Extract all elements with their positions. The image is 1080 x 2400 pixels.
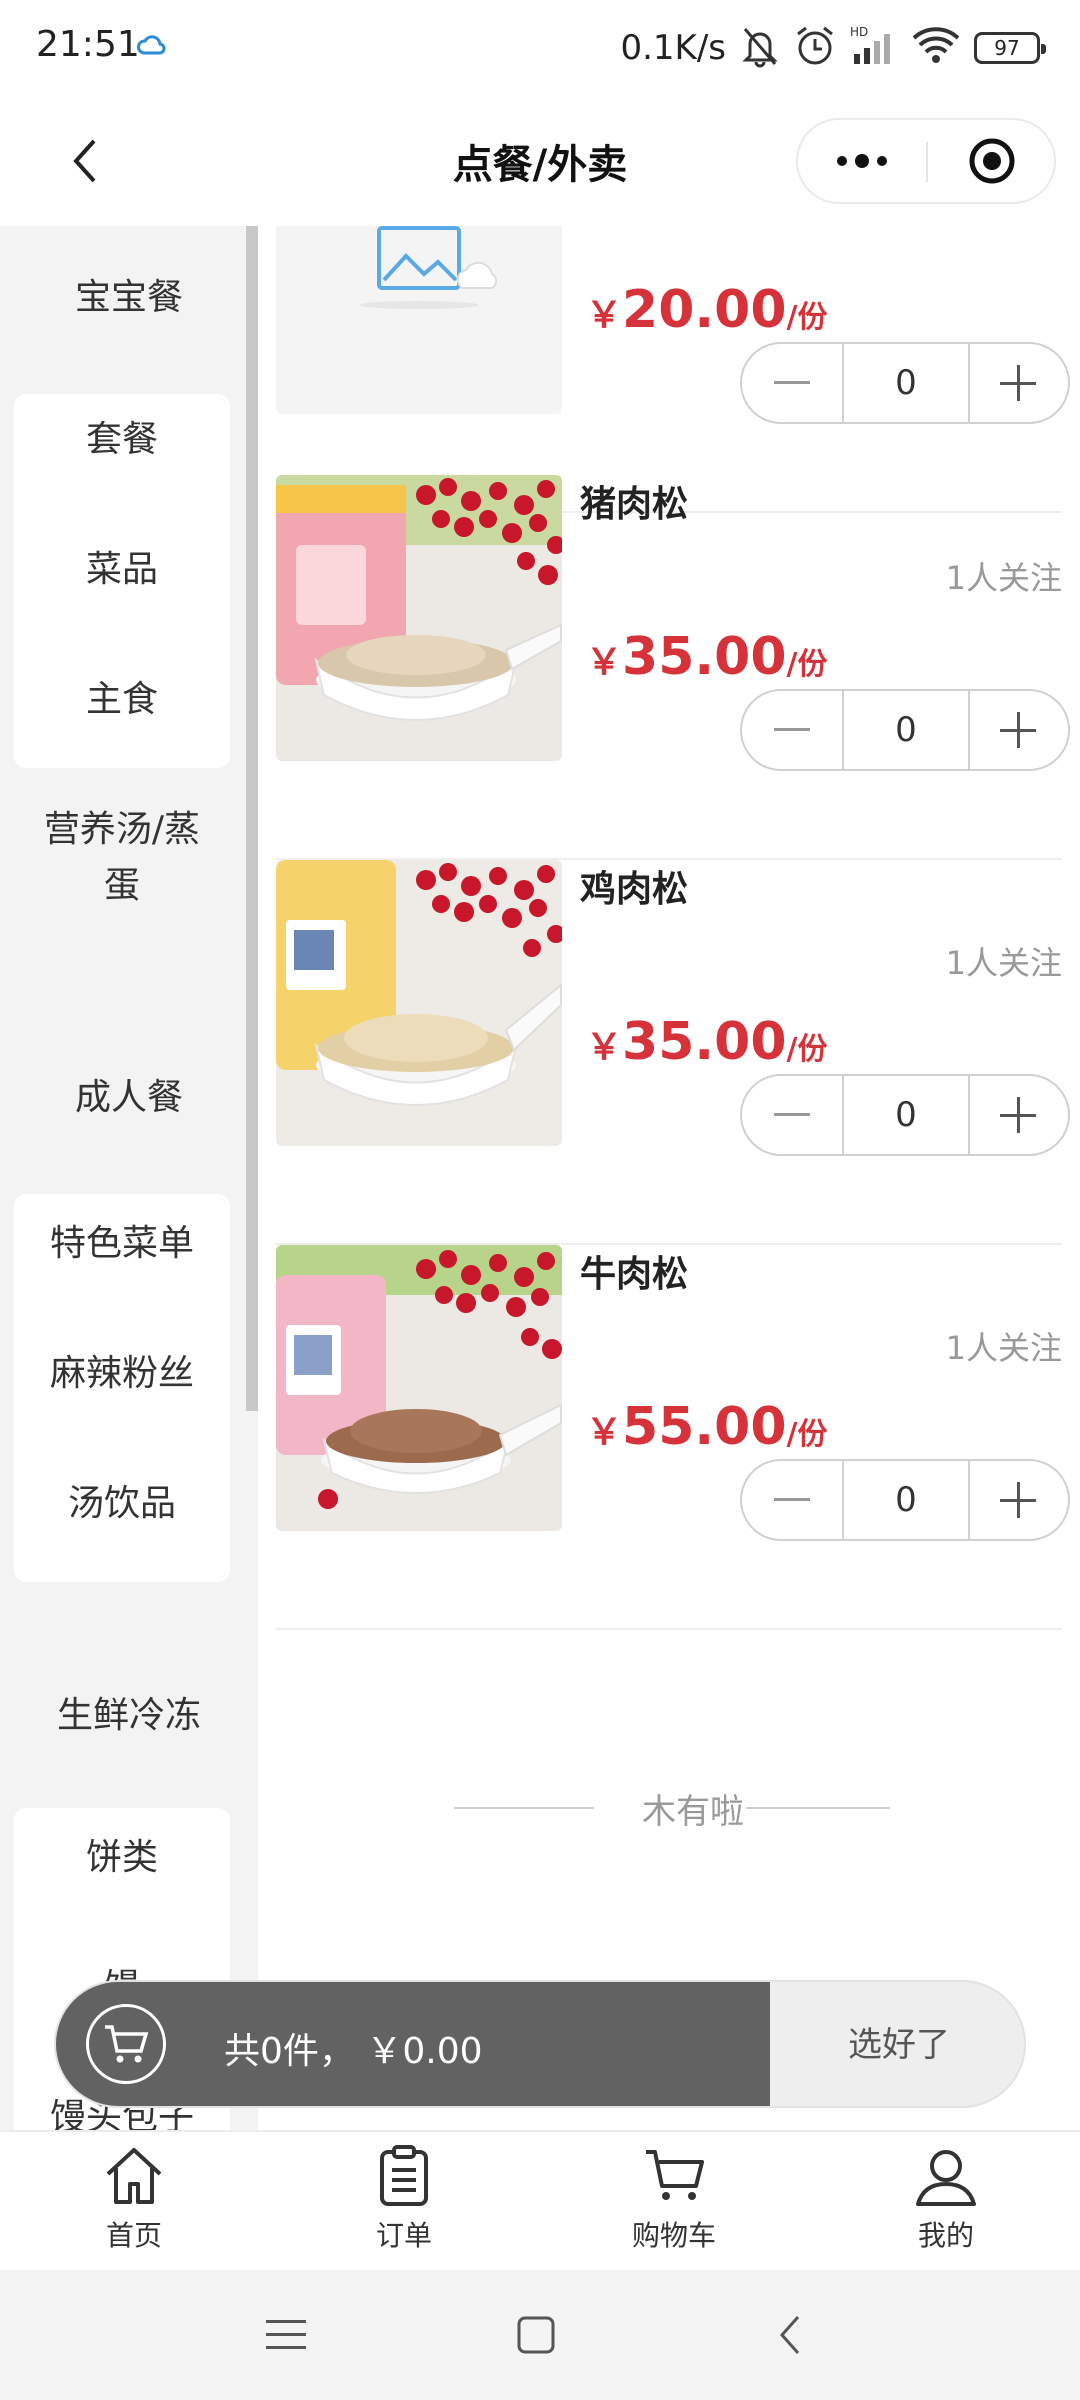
plus-icon[interactable]	[968, 1076, 1068, 1154]
category-group-adult[interactable]: 成人餐	[0, 1068, 258, 1120]
tab-label: 我的	[917, 2219, 974, 2252]
clipboard-icon	[304, 2144, 504, 2208]
quantity-stepper: 0	[740, 342, 1070, 424]
product-item[interactable]: 鸡肉松 1人关注 ￥35.00/份 0	[276, 860, 1070, 1245]
product-name: 牛肉松	[580, 1254, 689, 1295]
status-time: 21:51	[36, 24, 140, 65]
menu-icon[interactable]	[256, 2305, 316, 2365]
cart-icon	[574, 2144, 774, 2208]
mute-bell-icon	[740, 24, 780, 72]
category-card-baby: 套餐 菜品 主食 营养汤/蒸蛋	[14, 394, 230, 906]
minus-icon[interactable]	[742, 1461, 842, 1539]
minus-icon[interactable]	[742, 691, 842, 769]
product-price: ￥55.00/份	[586, 1397, 828, 1457]
product-price: ￥20.00/份	[586, 280, 828, 340]
system-nav-bar	[0, 2270, 1080, 2400]
minus-icon[interactable]	[742, 344, 842, 422]
product-follow-count: 1人关注	[945, 559, 1062, 597]
cart-icon[interactable]	[86, 2004, 166, 2084]
tab-label: 订单	[375, 2219, 432, 2252]
quantity-stepper: 0	[740, 1074, 1070, 1156]
minus-icon[interactable]	[742, 1076, 842, 1154]
category-item[interactable]: 主食	[14, 672, 230, 728]
plus-icon[interactable]	[968, 691, 1068, 769]
quantity-stepper: 0	[740, 1459, 1070, 1541]
product-price: ￥35.00/份	[586, 1012, 828, 1072]
cloud-sync-icon	[136, 34, 166, 62]
quantity-value[interactable]: 0	[842, 691, 970, 769]
category-item[interactable]: 套餐	[14, 412, 230, 468]
quantity-stepper: 0	[740, 689, 1070, 771]
category-item[interactable]: 麻辣粉丝	[14, 1346, 230, 1402]
target-close-icon[interactable]	[928, 120, 1056, 202]
tab-orders[interactable]: 订单	[304, 2144, 504, 2272]
tab-label: 购物车	[631, 2219, 716, 2252]
net-speed: 0.1K/s	[620, 28, 726, 68]
product-name: 鸡肉松	[580, 869, 689, 910]
category-item[interactable]: 汤饮品	[14, 1476, 230, 1532]
category-sidebar: 宝宝餐 套餐 菜品 主食 营养汤/蒸蛋 成人餐 特色菜单 麻辣粉丝 汤饮品 生鲜…	[0, 226, 258, 2130]
cart-total: 共0件， ￥0.00	[224, 2031, 483, 2072]
tab-profile[interactable]: 我的	[846, 2144, 1046, 2272]
quantity-value[interactable]: 0	[842, 344, 970, 422]
category-item[interactable]: 菜品	[14, 542, 230, 598]
user-icon	[846, 2144, 1046, 2208]
wifi-icon	[912, 26, 960, 70]
chicken-floss-photo[interactable]	[276, 860, 562, 1146]
end-divider-right	[746, 1807, 890, 1809]
category-card-adult: 特色菜单 麻辣粉丝 汤饮品	[14, 1194, 230, 1582]
cart-summary-area[interactable]: 共0件， ￥0.00	[56, 1982, 770, 2106]
beef-floss-photo[interactable]	[276, 1245, 562, 1531]
quantity-value[interactable]: 0	[842, 1461, 970, 1539]
nav-bar: 点餐/外卖	[0, 96, 1080, 226]
plus-icon[interactable]	[968, 344, 1068, 422]
product-price: ￥35.00/份	[586, 627, 828, 687]
product-follow-count: 1人关注	[945, 944, 1062, 982]
tab-cart[interactable]: 购物车	[574, 2144, 774, 2272]
home-square-icon[interactable]	[506, 2305, 566, 2365]
tab-label: 首页	[105, 2219, 162, 2252]
placeholder-image-icon	[276, 226, 562, 414]
svg-text:HD: HD	[850, 25, 868, 39]
quantity-value[interactable]: 0	[842, 1076, 970, 1154]
plus-icon[interactable]	[968, 1461, 1068, 1539]
product-item[interactable]: 牛肉松 1人关注 ￥55.00/份 0	[276, 1245, 1070, 1630]
more-dots-icon[interactable]	[798, 120, 926, 202]
checkout-button[interactable]: 选好了	[770, 1982, 1024, 2106]
tab-bar: 首页 订单 购物车 我的	[0, 2130, 1080, 2270]
sidebar-scrollbar[interactable]	[246, 226, 258, 1411]
home-icon	[34, 2144, 234, 2208]
category-item[interactable]: 饼类	[14, 1830, 230, 1886]
product-follow-count: 1人关注	[945, 1329, 1062, 1367]
hd-signal-icon: HD	[850, 24, 898, 72]
miniprogram-capsule	[796, 118, 1056, 204]
category-group-fresh[interactable]: 生鲜冷冻	[0, 1686, 258, 1738]
category-item[interactable]: 营养汤/蒸蛋	[14, 802, 230, 914]
battery-icon: 97	[974, 32, 1046, 64]
end-divider-left	[454, 1807, 594, 1809]
pork-floss-photo[interactable]	[276, 475, 562, 761]
status-bar: 21:51 0.1K/s HD 97	[0, 0, 1080, 96]
product-item[interactable]: ￥20.00/份 0	[276, 226, 1070, 513]
back-icon[interactable]	[760, 2305, 820, 2365]
category-group-baby[interactable]: 宝宝餐	[0, 268, 258, 320]
alarm-icon	[794, 24, 836, 72]
cart-bar: 共0件， ￥0.00 选好了	[54, 1980, 1026, 2108]
product-item[interactable]: 猪肉松 1人关注 ￥35.00/份 0	[276, 475, 1070, 860]
category-item[interactable]: 特色菜单	[14, 1216, 230, 1272]
product-name: 猪肉松	[580, 484, 689, 525]
tab-home[interactable]: 首页	[34, 2144, 234, 2272]
battery-level: 97	[994, 36, 1020, 60]
product-list: ￥20.00/份 0 猪肉松 1人关注 ￥35.00/份 0 鸡肉松 1人关注 …	[258, 226, 1080, 1946]
